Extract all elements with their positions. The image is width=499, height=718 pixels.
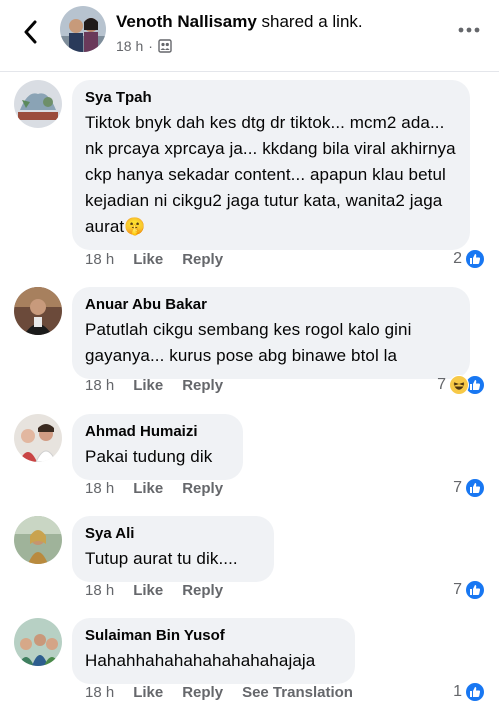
more-dots-icon <box>458 27 480 33</box>
poster-avatar[interactable] <box>60 6 106 52</box>
comment-bubble[interactable]: Sya Tpah Tiktok bnyk dah kes dtg dr tikt… <box>72 80 470 250</box>
more-options-button[interactable] <box>457 20 481 40</box>
like-button[interactable]: Like <box>133 480 163 497</box>
commenter-avatar[interactable] <box>14 414 62 462</box>
comment-time[interactable]: 18 h <box>85 377 114 394</box>
like-button[interactable]: Like <box>133 684 163 701</box>
post-action-text: shared a link. <box>256 12 363 31</box>
back-button[interactable] <box>18 18 42 46</box>
reaction-summary[interactable]: 1 <box>453 682 485 702</box>
commenter-avatar[interactable] <box>14 618 62 666</box>
reaction-summary[interactable]: 7 <box>437 375 485 395</box>
comment-bubble[interactable]: Anuar Abu Bakar Patutlah cikgu sembang k… <box>72 287 470 379</box>
reply-button[interactable]: Reply <box>182 582 223 599</box>
comment-actions: 18 h Like Reply <box>85 582 242 599</box>
comment-text: Tiktok bnyk dah kes dtg dr tiktok... mcm… <box>85 110 456 240</box>
like-button[interactable]: Like <box>133 582 163 599</box>
like-reaction-icon <box>465 580 485 600</box>
like-reaction-icon <box>465 682 485 702</box>
commenter-name[interactable]: Ahmad Humaizi <box>85 423 229 441</box>
poster-name[interactable]: Venoth Nallisamy <box>116 12 257 31</box>
comment-time[interactable]: 18 h <box>85 582 114 599</box>
like-button[interactable]: Like <box>133 251 163 268</box>
commenter-name[interactable]: Sulaiman Bin Yusof <box>85 627 341 645</box>
comment-bubble[interactable]: Sya Ali Tutup aurat tu dik.... <box>72 516 274 582</box>
like-reaction-icon <box>465 478 485 498</box>
comment-text: Patutlah cikgu sembang kes rogol kalo gi… <box>85 320 412 365</box>
comment-bubble[interactable]: Sulaiman Bin Yusof Hahahhahahahahahahaha… <box>72 618 355 684</box>
reaction-count: 7 <box>453 581 462 598</box>
post-header: Venoth Nallisamy shared a link. 18 h · <box>0 0 499 72</box>
reply-button[interactable]: Reply <box>182 480 223 497</box>
commenter-avatar[interactable] <box>14 287 62 335</box>
comment-actions: 18 h Like Reply <box>85 251 242 268</box>
like-reaction-icon <box>465 249 485 269</box>
comment-actions: 18 h Like Reply <box>85 480 242 497</box>
reply-button[interactable]: Reply <box>182 377 223 394</box>
reaction-count: 1 <box>453 683 462 700</box>
comment-time[interactable]: 18 h <box>85 480 114 497</box>
comment-text: Tutup aurat tu dik.... <box>85 549 238 568</box>
reaction-count: 7 <box>437 376 446 393</box>
reaction-count: 2 <box>453 250 462 267</box>
commenter-name[interactable]: Sya Tpah <box>85 89 456 107</box>
commenter-avatar[interactable] <box>14 516 62 564</box>
comment-bubble[interactable]: Ahmad Humaizi Pakai tudung dik <box>72 414 243 480</box>
comment-time[interactable]: 18 h <box>85 251 114 268</box>
meta-dot: · <box>148 38 153 54</box>
like-button[interactable]: Like <box>133 377 163 394</box>
comment-text: Hahahhahahahahahahahajaja <box>85 651 316 670</box>
reply-button[interactable]: Reply <box>182 684 223 701</box>
see-translation-button[interactable]: See Translation <box>242 684 353 701</box>
commenter-name[interactable]: Anuar Abu Bakar <box>85 296 456 314</box>
reaction-summary[interactable]: 2 <box>453 249 485 269</box>
reply-button[interactable]: Reply <box>182 251 223 268</box>
shushing-face-emoji: 🤫 <box>124 217 146 236</box>
commenter-avatar[interactable] <box>14 80 62 128</box>
reaction-summary[interactable]: 7 <box>453 478 485 498</box>
poster-line: Venoth Nallisamy shared a link. <box>116 12 363 32</box>
chevron-left-icon <box>24 20 37 44</box>
reaction-count: 7 <box>453 479 462 496</box>
haha-reaction-icon <box>449 375 469 395</box>
post-time[interactable]: 18 h <box>116 38 143 54</box>
post-meta: 18 h · <box>116 38 172 54</box>
comment-time[interactable]: 18 h <box>85 684 114 701</box>
reaction-summary[interactable]: 7 <box>453 580 485 600</box>
audience-friends-icon <box>158 39 172 53</box>
comment-actions: 18 h Like Reply <box>85 377 242 394</box>
comment-text: Pakai tudung dik <box>85 447 213 466</box>
commenter-name[interactable]: Sya Ali <box>85 525 260 543</box>
comment-actions: 18 h Like Reply See Translation <box>85 684 372 701</box>
